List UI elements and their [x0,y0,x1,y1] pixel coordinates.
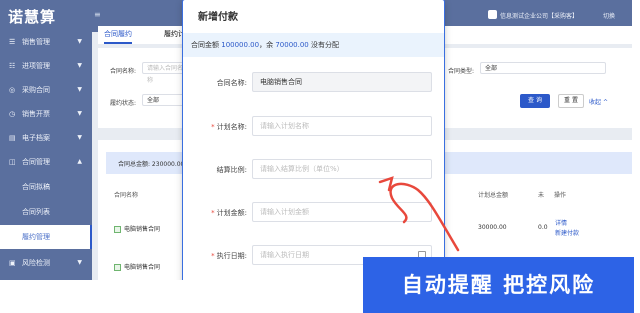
promo-banner: 自动提醒 把控风险 [363,257,634,313]
